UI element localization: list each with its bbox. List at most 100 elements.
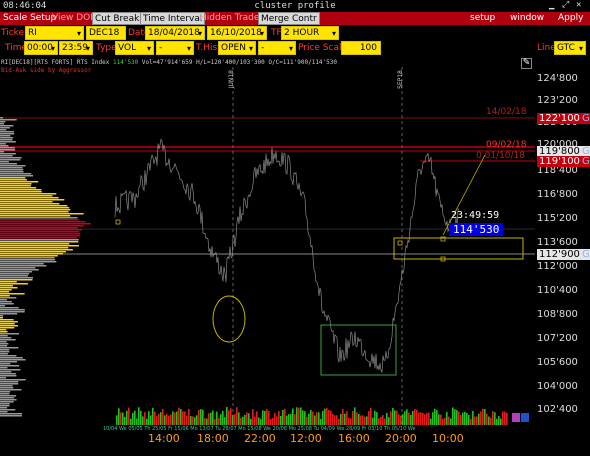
volume-bar <box>240 417 242 425</box>
line-select[interactable]: GTC ▾ <box>554 41 586 55</box>
volume-bar <box>228 410 230 425</box>
time-from-field[interactable]: 00:00 ▾ <box>24 41 58 55</box>
time-tick: 10:00 <box>432 432 464 445</box>
volume-bar <box>118 408 120 425</box>
profile-bar <box>0 227 78 229</box>
pencil-icon[interactable]: ✎ <box>521 58 532 69</box>
profile-bar <box>0 141 16 143</box>
setup-button[interactable]: setup <box>468 12 497 25</box>
profile-bar <box>0 373 16 375</box>
chart-area[interactable]: RI[DEC18][RTS FORTS] RTS Index 114'530 V… <box>0 57 590 456</box>
cut-breaks-button[interactable]: Cut Breaks <box>92 12 148 25</box>
contract-field[interactable]: DEC18 <box>86 26 126 40</box>
volume-bar <box>198 409 200 425</box>
thist-select[interactable]: OPEN ▾ <box>218 41 256 55</box>
maximize-icon[interactable]: ⤢ <box>562 0 569 10</box>
volume-bar <box>242 416 244 425</box>
profile-bar <box>0 239 79 241</box>
profile-bar <box>0 365 20 367</box>
close-icon[interactable]: ✕ <box>576 0 581 10</box>
profile-bar <box>0 215 71 217</box>
time-to-field[interactable]: 23:59 ▾ <box>59 41 93 55</box>
top-menu-bar: Scale Setup View DOM Cut Breaks Time Int… <box>0 12 590 25</box>
volume-bar <box>162 408 164 425</box>
profile-bar <box>0 291 10 293</box>
profile-bar <box>0 121 6 123</box>
volume-bar <box>358 413 360 425</box>
volume-bar <box>304 411 306 425</box>
hidden-trades-button[interactable]: Hidden Trades <box>198 12 266 25</box>
profile-bar <box>0 145 9 147</box>
profile-bar <box>0 127 10 129</box>
level-label: 0 01/10/18 <box>476 151 526 161</box>
volume-bar <box>248 413 250 425</box>
profile-bar <box>0 225 85 227</box>
volume-bar <box>142 416 144 425</box>
volume-bar <box>378 418 380 425</box>
volume-bar <box>436 410 438 425</box>
volume-bar <box>216 411 218 425</box>
time-tick: 18:00 <box>197 432 229 445</box>
profile-bar <box>0 301 12 303</box>
profile-bar <box>0 345 8 347</box>
volume-bar <box>280 416 282 425</box>
profile-bar <box>0 305 6 307</box>
profile-bar <box>0 281 17 283</box>
profile-bar <box>0 327 15 329</box>
price-scale-field[interactable]: 100 <box>341 41 381 55</box>
profile-bar <box>0 157 22 159</box>
volume-bar <box>428 412 430 425</box>
profile-bar <box>0 399 17 401</box>
volume-bar <box>122 412 124 425</box>
window-button[interactable]: window <box>508 12 546 25</box>
profile-bar <box>0 409 16 411</box>
volume-bar <box>196 415 198 425</box>
volume-bar <box>264 410 266 425</box>
volume-bar <box>218 417 220 425</box>
title-bar: 08:46:04 cluster profile ▁ ⤢ ✕ <box>0 0 590 12</box>
chart-subheader: Bid-Ask side by Aggressor <box>1 67 92 74</box>
apply-button[interactable]: Apply <box>556 12 585 25</box>
time-interval-button[interactable]: Time Interval <box>140 12 206 25</box>
volume-bar <box>172 411 174 425</box>
ticker-label: Ticker <box>1 28 28 38</box>
date-from-field[interactable]: 18/04/2018 ▾ <box>145 26 205 40</box>
legend-swatch <box>512 413 520 422</box>
time-tick: 12:00 <box>290 432 322 445</box>
volume-bar <box>166 413 168 425</box>
profile-bar <box>0 387 14 389</box>
profile-bar <box>0 403 10 405</box>
ticker-select[interactable]: RI ▾ <box>25 26 84 40</box>
price-tag: 119'100 G <box>537 156 590 167</box>
volume-bar <box>288 414 290 425</box>
profile-bar <box>0 231 80 233</box>
profile-bar <box>0 197 59 199</box>
price-tick: 113'600 <box>537 237 578 248</box>
volume-bar <box>444 417 446 425</box>
volume-bar <box>426 413 428 425</box>
timeframe-select[interactable]: 2 HOUR ▾ <box>281 26 339 40</box>
type-select[interactable]: VOL ▾ <box>115 41 154 55</box>
volume-bar <box>254 416 256 425</box>
date-to-field[interactable]: 16/10/2018 ▾ <box>207 26 267 40</box>
profile-bar <box>0 379 26 381</box>
volume-bar <box>180 409 182 425</box>
minimize-icon[interactable]: ▁ <box>549 0 554 10</box>
profile-bar <box>0 397 15 399</box>
volume-bar <box>476 416 478 425</box>
thist-sub-select[interactable]: - ▾ <box>258 41 296 55</box>
volume-bar <box>300 407 302 425</box>
profile-bar <box>0 245 79 247</box>
volume-bar <box>292 408 294 425</box>
volume-bar <box>326 407 328 425</box>
type-sub-select[interactable]: - ▾ <box>156 41 194 55</box>
volume-bar <box>452 407 454 425</box>
profile-bar <box>0 367 8 369</box>
profile-bar <box>0 173 32 175</box>
volume-bar <box>456 410 458 425</box>
profile-bar <box>0 169 24 171</box>
merge-contr-button[interactable]: Merge Contr <box>258 12 320 25</box>
volume-bar <box>312 411 314 425</box>
volume-bar <box>244 414 246 425</box>
volume-bar <box>408 412 410 425</box>
